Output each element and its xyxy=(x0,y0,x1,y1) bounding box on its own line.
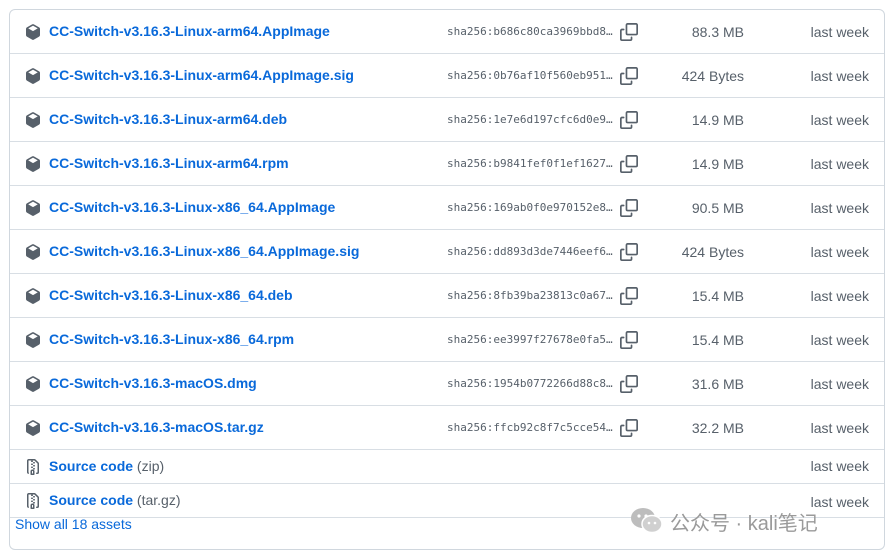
asset-row: CC-Switch-v3.16.3-Linux-x86_64.deb sha25… xyxy=(10,274,884,318)
watermark: 公众号 · kali笔记 xyxy=(630,503,818,539)
package-icon xyxy=(26,68,40,84)
asset-link[interactable]: CC-Switch-v3.16.3-Linux-arm64.AppImage.s… xyxy=(49,67,354,83)
asset-sha256: sha256:169ab0f0e970152e8… xyxy=(447,201,613,214)
copy-icon[interactable] xyxy=(620,23,638,41)
copy-icon[interactable] xyxy=(620,375,638,393)
asset-size: 424 Bytes xyxy=(681,244,744,260)
asset-date: last week xyxy=(810,24,869,40)
asset-size: 32.2 MB xyxy=(691,420,744,436)
asset-link[interactable]: CC-Switch-v3.16.3-Linux-arm64.rpm xyxy=(49,155,289,171)
asset-date: last week xyxy=(810,420,869,436)
copy-icon[interactable] xyxy=(620,67,638,85)
asset-sha256: sha256:1954b0772266d88c8… xyxy=(447,377,613,390)
asset-sha256: sha256:ee3997f27678e0fa5… xyxy=(447,333,613,346)
package-icon xyxy=(26,200,40,216)
asset-date: last week xyxy=(810,458,869,474)
asset-row: CC-Switch-v3.16.3-Linux-x86_64.AppImage.… xyxy=(10,230,884,274)
asset-sha256: sha256:1e7e6d197cfc6d0e9… xyxy=(447,113,613,126)
asset-link[interactable]: CC-Switch-v3.16.3-Linux-x86_64.AppImage.… xyxy=(49,243,359,259)
asset-row: CC-Switch-v3.16.3-Linux-x86_64.AppImage … xyxy=(10,186,884,230)
copy-icon[interactable] xyxy=(620,199,638,217)
asset-row: CC-Switch-v3.16.3-Linux-arm64.deb sha256… xyxy=(10,98,884,142)
asset-link[interactable]: CC-Switch-v3.16.3-macOS.dmg xyxy=(49,375,257,391)
asset-row: CC-Switch-v3.16.3-Linux-arm64.AppImage.s… xyxy=(10,54,884,98)
show-all-assets-link[interactable]: Show all 18 assets xyxy=(15,516,132,532)
file-zip-icon xyxy=(27,459,39,475)
package-icon xyxy=(26,288,40,304)
asset-link[interactable]: CC-Switch-v3.16.3-Linux-arm64.deb xyxy=(49,111,287,127)
asset-date: last week xyxy=(810,112,869,128)
source-code-format: (zip) xyxy=(136,458,165,474)
asset-size: 14.9 MB xyxy=(691,156,744,172)
asset-date: last week xyxy=(810,244,869,260)
asset-size: 88.3 MB xyxy=(691,24,744,40)
asset-row: CC-Switch-v3.16.3-Linux-x86_64.rpm sha25… xyxy=(10,318,884,362)
asset-size: 90.5 MB xyxy=(691,200,744,216)
source-code-targz-link[interactable]: Source code (tar.gz) xyxy=(49,492,181,508)
asset-sha256: sha256:ffcb92c8f7c5cce54… xyxy=(447,421,613,434)
asset-size: 15.4 MB xyxy=(691,332,744,348)
asset-row: CC-Switch-v3.16.3-macOS.tar.gz sha256:ff… xyxy=(10,406,884,450)
copy-icon[interactable] xyxy=(620,155,638,173)
copy-icon[interactable] xyxy=(620,419,638,437)
watermark-text: 公众号 · kali笔记 xyxy=(670,512,818,535)
package-icon xyxy=(26,244,40,260)
asset-size: 14.9 MB xyxy=(691,112,744,128)
asset-date: last week xyxy=(810,200,869,216)
asset-row: CC-Switch-v3.16.3-Linux-arm64.rpm sha256… xyxy=(10,142,884,186)
asset-link[interactable]: CC-Switch-v3.16.3-macOS.tar.gz xyxy=(49,419,264,435)
copy-icon[interactable] xyxy=(620,111,638,129)
package-icon xyxy=(26,376,40,392)
asset-sha256: sha256:dd893d3de7446eef6… xyxy=(447,245,613,258)
asset-link[interactable]: CC-Switch-v3.16.3-Linux-x86_64.rpm xyxy=(49,331,294,347)
asset-date: last week xyxy=(810,156,869,172)
asset-sha256: sha256:8fb39ba23813c0a67… xyxy=(447,289,613,302)
asset-sha256: sha256:b9841fef0f1ef1627… xyxy=(447,157,613,170)
asset-link[interactable]: CC-Switch-v3.16.3-Linux-x86_64.deb xyxy=(49,287,293,303)
asset-date: last week xyxy=(810,332,869,348)
package-icon xyxy=(26,332,40,348)
source-code-label: Source code xyxy=(49,458,134,474)
package-icon xyxy=(26,420,40,436)
asset-sha256: sha256:0b76af10f560eb951… xyxy=(447,69,613,82)
package-icon xyxy=(26,112,40,128)
asset-row: CC-Switch-v3.16.3-Linux-arm64.AppImage s… xyxy=(10,10,884,54)
release-assets-list: CC-Switch-v3.16.3-Linux-arm64.AppImage s… xyxy=(9,9,885,550)
asset-size: 31.6 MB xyxy=(691,376,744,392)
asset-sha256: sha256:b686c80ca3969bbd8… xyxy=(447,25,613,38)
asset-date: last week xyxy=(810,68,869,84)
source-code-zip-link[interactable]: Source code (zip) xyxy=(49,458,164,474)
asset-size: 424 Bytes xyxy=(681,68,744,84)
asset-link[interactable]: CC-Switch-v3.16.3-Linux-arm64.AppImage xyxy=(49,23,330,39)
asset-date: last week xyxy=(810,288,869,304)
asset-size: 15.4 MB xyxy=(691,288,744,304)
asset-link[interactable]: CC-Switch-v3.16.3-Linux-x86_64.AppImage xyxy=(49,199,335,215)
wechat-icon xyxy=(631,508,663,534)
copy-icon[interactable] xyxy=(620,331,638,349)
file-zip-icon xyxy=(27,493,39,509)
asset-row: CC-Switch-v3.16.3-macOS.dmg sha256:1954b… xyxy=(10,362,884,406)
asset-date: last week xyxy=(810,494,869,510)
package-icon xyxy=(26,24,40,40)
asset-date: last week xyxy=(810,376,869,392)
source-code-row: Source code (zip) last week xyxy=(10,450,884,484)
source-code-label: Source code xyxy=(49,492,134,508)
copy-icon[interactable] xyxy=(620,287,638,305)
source-code-format: (tar.gz) xyxy=(136,492,181,508)
package-icon xyxy=(26,156,40,172)
copy-icon[interactable] xyxy=(620,243,638,261)
